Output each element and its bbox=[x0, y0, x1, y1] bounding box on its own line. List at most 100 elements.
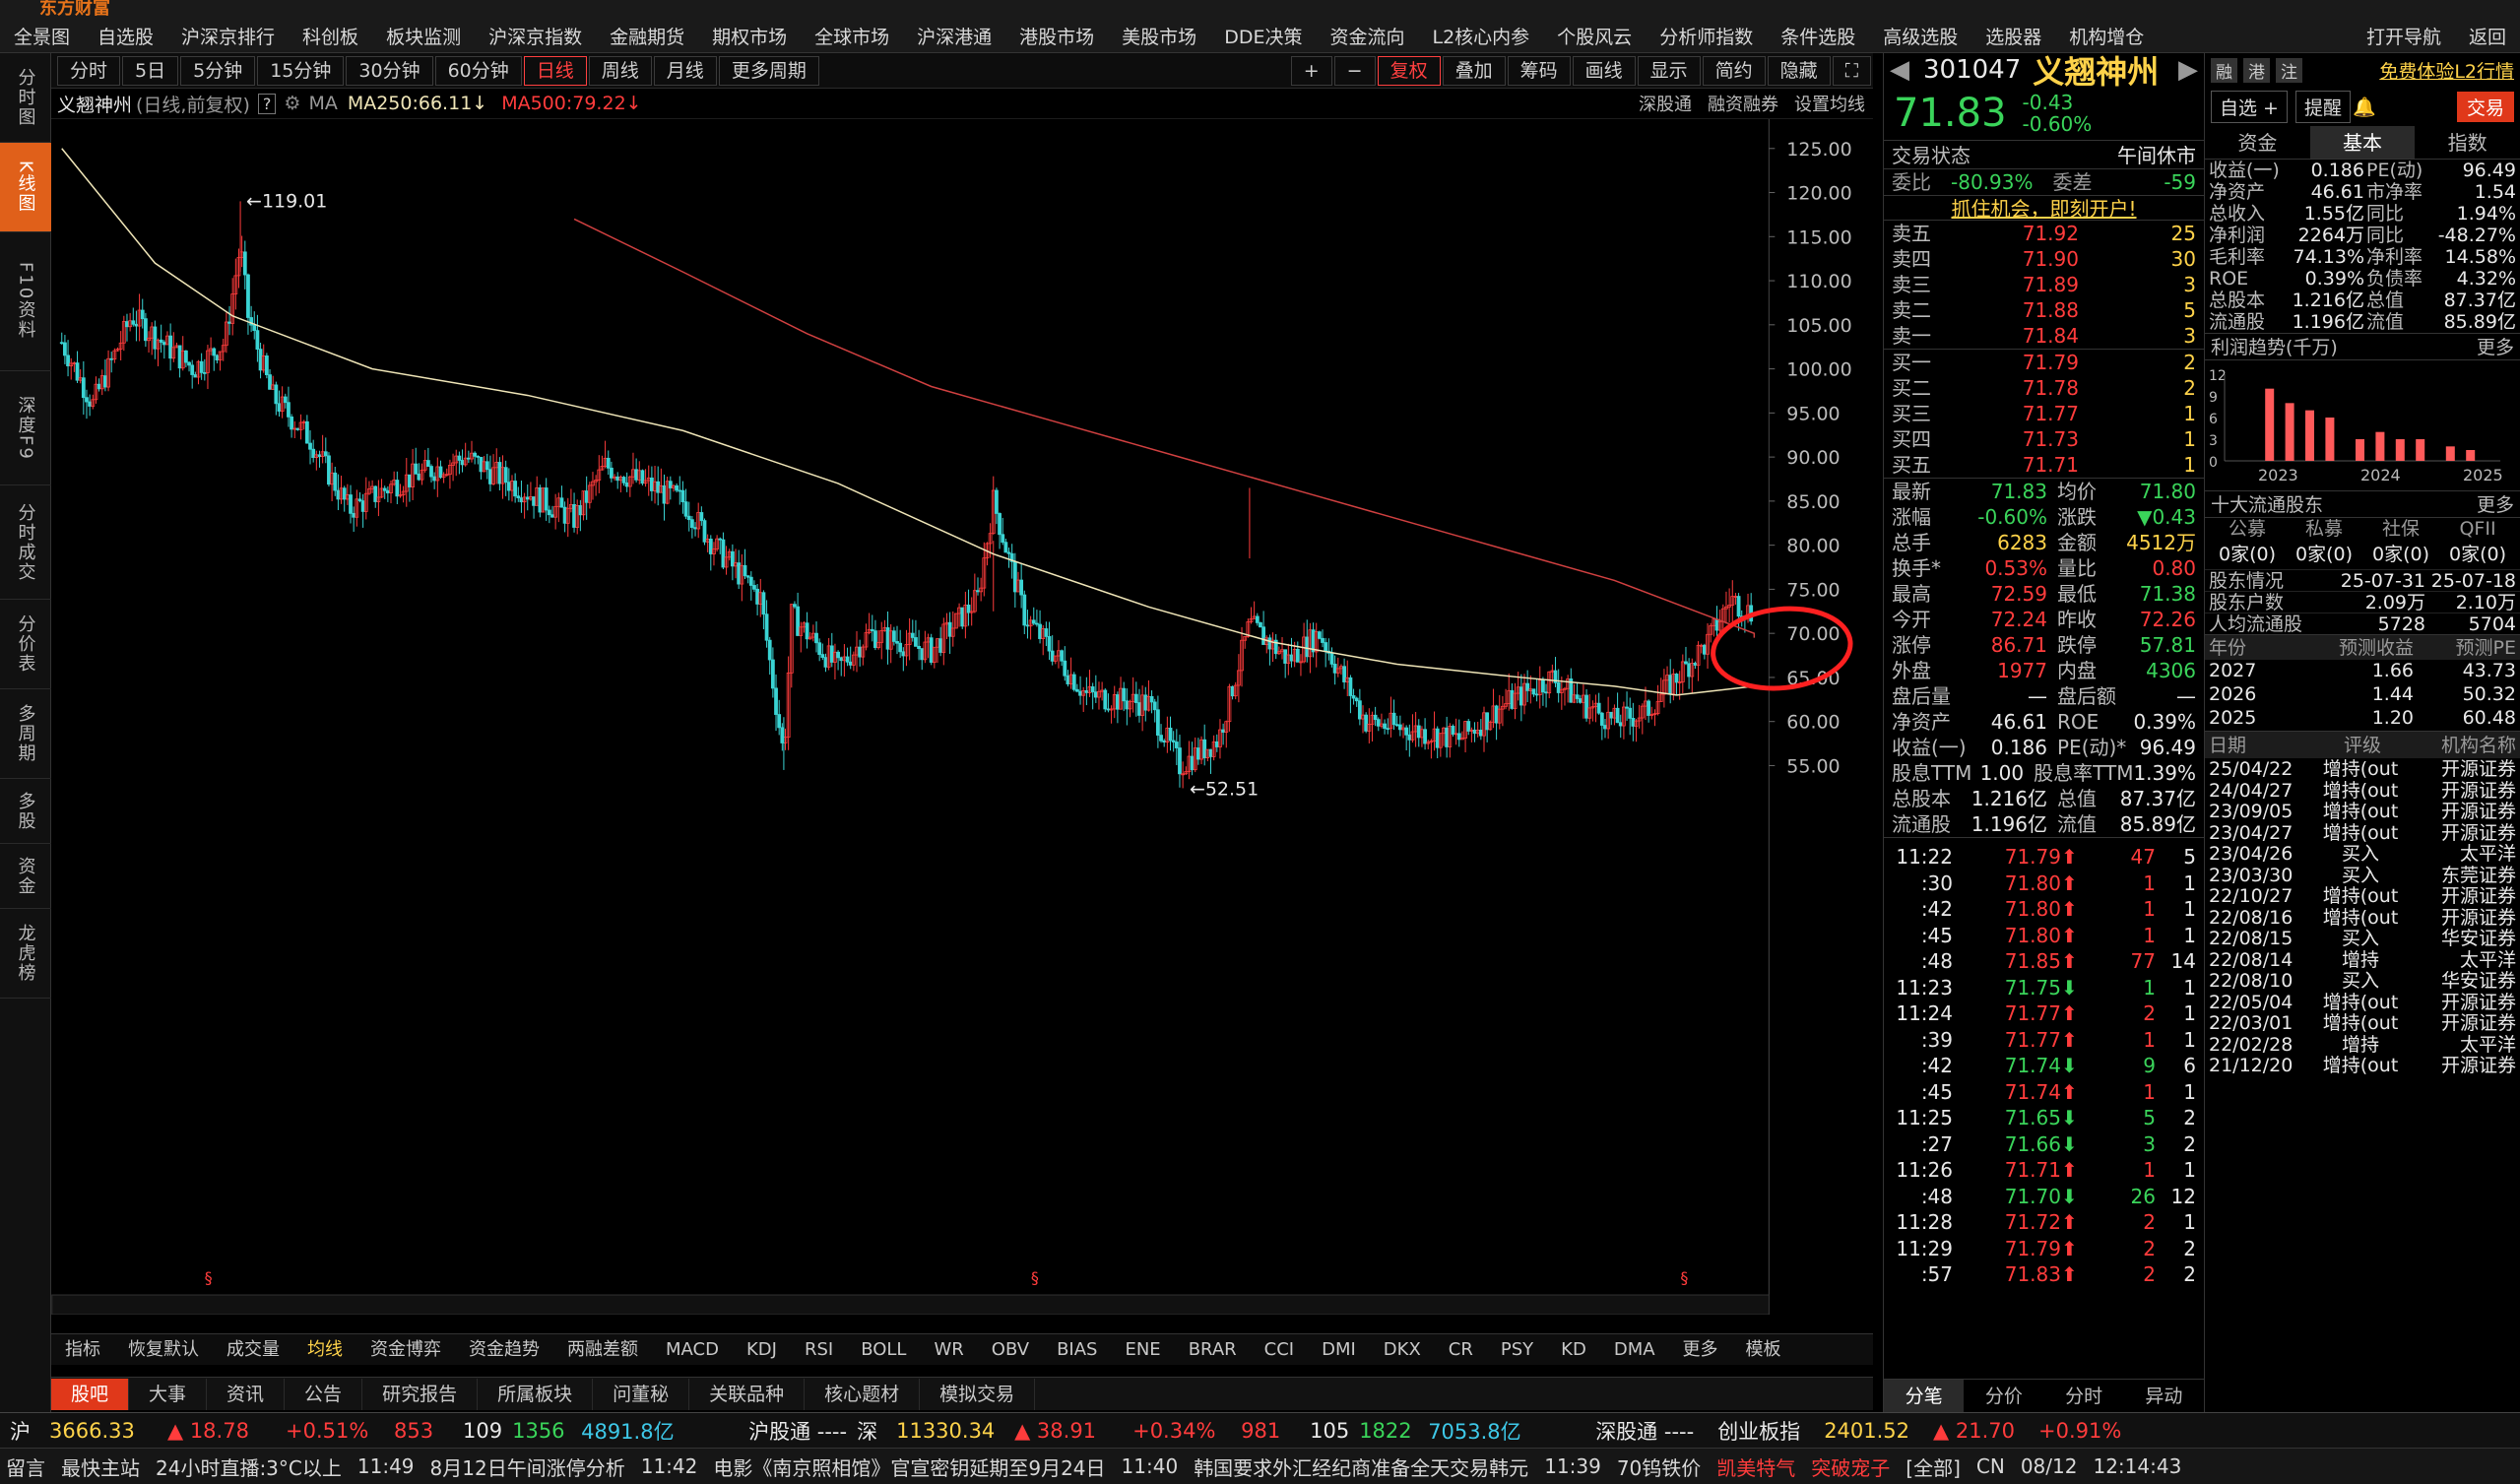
rating-row[interactable]: 22/05/04 增持(out 开源证券 bbox=[2205, 992, 2520, 1013]
left-tab-4[interactable]: 分时成交 bbox=[0, 485, 51, 600]
rating-row[interactable]: 23/04/27 增持(out 开源证券 bbox=[2205, 822, 2520, 844]
news-item-6[interactable]: 电影《南京照相馆》官宣密钥延期至9月24日 bbox=[713, 1452, 1105, 1481]
menu-item-20[interactable]: 机构增仓 bbox=[2055, 23, 2158, 49]
news-item-1[interactable]: 最快主站 bbox=[61, 1452, 140, 1481]
open-account-link[interactable]: 抓住机会，即刻开户! bbox=[1951, 196, 2136, 221]
header-link-2[interactable]: 设置均线 bbox=[1794, 91, 1865, 116]
indicator-17[interactable]: DMI bbox=[1308, 1335, 1370, 1365]
tool-2[interactable]: 筹码 bbox=[1507, 56, 1571, 86]
news-item-12[interactable]: 突破宠子 bbox=[1811, 1452, 1890, 1481]
indicator-18[interactable]: DKX bbox=[1370, 1335, 1435, 1365]
bottom-tab-5[interactable]: 所属板块 bbox=[478, 1378, 594, 1410]
news-item-11[interactable]: 凯美特气 bbox=[1716, 1452, 1795, 1481]
menu-right-1[interactable]: 返回 bbox=[2455, 23, 2520, 49]
zoom-in-icon[interactable]: + bbox=[1290, 56, 1332, 86]
rating-row[interactable]: 23/04/26 买入 太平洋 bbox=[2205, 843, 2520, 865]
watchlist-button[interactable]: 自选 + bbox=[2211, 90, 2288, 123]
indicator-3[interactable]: 均线 bbox=[293, 1335, 356, 1365]
period-2[interactable]: 5分钟 bbox=[180, 55, 256, 86]
bottom-tab-4[interactable]: 研究报告 bbox=[362, 1378, 479, 1410]
rating-row[interactable]: 22/08/15 买入 华安证券 bbox=[2205, 928, 2520, 949]
profit-more-link[interactable]: 更多 bbox=[2477, 334, 2514, 359]
left-tab-8[interactable]: 资金 bbox=[0, 844, 51, 909]
next-stock-icon[interactable]: ▶ bbox=[2178, 55, 2198, 85]
indicator-13[interactable]: BIAS bbox=[1043, 1335, 1111, 1365]
left-tab-7[interactable]: 多股 bbox=[0, 779, 51, 844]
quote-tab-0[interactable]: 分笔 bbox=[1884, 1379, 1965, 1413]
indicator-22[interactable]: DMA bbox=[1600, 1335, 1669, 1365]
indicator-1[interactable]: 恢复默认 bbox=[114, 1335, 213, 1365]
menu-item-0[interactable]: 全景图 bbox=[0, 23, 84, 49]
indicator-21[interactable]: KD bbox=[1547, 1335, 1600, 1365]
l2-trial-link[interactable]: 免费体验L2行情 bbox=[2379, 57, 2514, 84]
news-item-3[interactable]: 11:49 bbox=[357, 1454, 415, 1478]
period-6[interactable]: 日线 bbox=[523, 55, 587, 86]
menu-item-2[interactable]: 沪深京排行 bbox=[167, 23, 289, 49]
bottom-tab-8[interactable]: 核心题材 bbox=[805, 1378, 921, 1410]
period-9[interactable]: 更多周期 bbox=[718, 55, 819, 86]
bottom-tab-6[interactable]: 问董秘 bbox=[593, 1378, 690, 1410]
event-flag-icon[interactable]: § bbox=[1680, 1268, 1688, 1287]
header-link-0[interactable]: 深股通 bbox=[1639, 91, 1692, 116]
menu-item-4[interactable]: 板块监测 bbox=[372, 23, 475, 49]
bottom-tab-2[interactable]: 资讯 bbox=[207, 1378, 286, 1410]
menu-item-3[interactable]: 科创板 bbox=[289, 23, 372, 49]
rating-row[interactable]: 22/10/27 增持(out 开源证券 bbox=[2205, 885, 2520, 907]
news-item-4[interactable]: 8月12日午间涨停分析 bbox=[430, 1452, 625, 1481]
bottom-tab-1[interactable]: 大事 bbox=[129, 1378, 208, 1410]
indicator-12[interactable]: OBV bbox=[978, 1335, 1043, 1365]
zoom-out-icon[interactable]: − bbox=[1333, 56, 1376, 86]
rating-row[interactable]: 22/02/28 增持 太平洋 bbox=[2205, 1034, 2520, 1056]
news-item-15[interactable]: 08/12 bbox=[2021, 1454, 2078, 1478]
indicator-24[interactable]: 模板 bbox=[1732, 1335, 1795, 1365]
rating-row[interactable]: 22/08/10 买入 华安证券 bbox=[2205, 970, 2520, 992]
info-tab-1[interactable]: 基本 bbox=[2309, 126, 2416, 159]
period-5[interactable]: 60分钟 bbox=[434, 55, 522, 86]
menu-item-14[interactable]: L2核心内参 bbox=[1418, 23, 1543, 49]
news-item-2[interactable]: 24小时直播:3°C以上 bbox=[156, 1452, 342, 1481]
badge-0[interactable]: 融 bbox=[2211, 57, 2237, 83]
rating-row[interactable]: 22/08/16 增持(out 开源证券 bbox=[2205, 907, 2520, 929]
quote-tab-2[interactable]: 分时 bbox=[2044, 1380, 2124, 1413]
tool-0[interactable]: 复权 bbox=[1377, 56, 1441, 86]
indicator-23[interactable]: 更多 bbox=[1669, 1335, 1732, 1365]
indicator-2[interactable]: 成交量 bbox=[213, 1335, 293, 1365]
event-flag-icon[interactable]: § bbox=[1031, 1268, 1039, 1287]
menu-item-12[interactable]: DDE决策 bbox=[1210, 23, 1316, 49]
period-4[interactable]: 30分钟 bbox=[346, 55, 433, 86]
menu-item-13[interactable]: 资金流向 bbox=[1316, 23, 1418, 49]
chart-scrollbar[interactable] bbox=[51, 1294, 1770, 1315]
rating-row[interactable]: 21/12/20 增持(out 开源证券 bbox=[2205, 1055, 2520, 1076]
bottom-tab-9[interactable]: 模拟交易 bbox=[920, 1378, 1036, 1410]
holders-more-link[interactable]: 更多 bbox=[2477, 491, 2514, 517]
menu-item-6[interactable]: 金融期货 bbox=[596, 23, 698, 49]
indicator-9[interactable]: RSI bbox=[791, 1335, 847, 1365]
indicator-14[interactable]: ENE bbox=[1111, 1335, 1174, 1365]
indicator-15[interactable]: BRAR bbox=[1175, 1335, 1251, 1365]
news-item-13[interactable]: [全部] bbox=[1906, 1452, 1961, 1481]
left-tab-1[interactable]: K线图 bbox=[0, 143, 51, 232]
news-item-8[interactable]: 韩国要求外汇经纪商准备全天交易韩元 bbox=[1194, 1452, 1528, 1481]
news-item-14[interactable]: CN bbox=[1976, 1454, 2005, 1478]
rating-row[interactable]: 24/04/27 增持(out 开源证券 bbox=[2205, 780, 2520, 802]
indicator-10[interactable]: BOLL bbox=[847, 1335, 920, 1365]
menu-item-1[interactable]: 自选股 bbox=[84, 23, 167, 49]
menu-item-9[interactable]: 沪深港通 bbox=[903, 23, 1005, 49]
indicator-8[interactable]: KDJ bbox=[733, 1335, 791, 1365]
indicator-4[interactable]: 资金博弈 bbox=[356, 1335, 455, 1365]
tool-3[interactable]: 画线 bbox=[1572, 56, 1636, 86]
prev-stock-icon[interactable]: ◀ bbox=[1890, 55, 1909, 85]
menu-item-11[interactable]: 美股市场 bbox=[1108, 23, 1210, 49]
trade-button[interactable]: 交易 bbox=[2456, 91, 2514, 122]
rating-row[interactable]: 22/08/14 增持 太平洋 bbox=[2205, 949, 2520, 971]
menu-right-0[interactable]: 打开导航 bbox=[2353, 23, 2455, 49]
indicator-19[interactable]: CR bbox=[1435, 1335, 1487, 1365]
help-icon[interactable]: ? bbox=[257, 93, 277, 114]
quote-tab-1[interactable]: 分价 bbox=[1964, 1380, 2043, 1413]
bottom-tab-3[interactable]: 公告 bbox=[285, 1378, 363, 1410]
gear-icon[interactable]: ⚙ bbox=[284, 93, 300, 114]
quote-tab-3[interactable]: 异动 bbox=[2124, 1380, 2204, 1413]
alert-button[interactable]: 提醒 bbox=[2294, 90, 2351, 123]
period-1[interactable]: 5日 bbox=[122, 55, 179, 86]
menu-item-16[interactable]: 分析师指数 bbox=[1646, 23, 1767, 49]
